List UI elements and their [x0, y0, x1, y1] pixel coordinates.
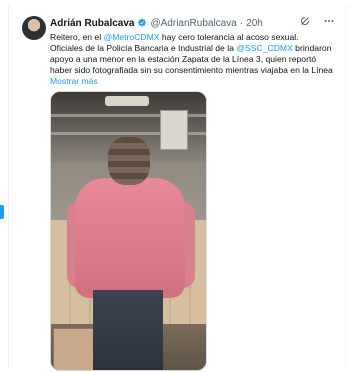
tweet-header: Adrián Rubalcava @AdrianRubalcava · 20h: [50, 14, 263, 32]
photo-lamp: [105, 96, 149, 106]
mention-link[interactable]: @MetroCDMX: [104, 32, 160, 42]
tweet-text-segment: Oficiales de la Policía Bancaria e Indus…: [50, 43, 237, 53]
author-name[interactable]: Adrián Rubalcava: [50, 18, 134, 29]
tweet-text-segment: Reitero, en el: [50, 32, 104, 42]
tweet-actions: [298, 14, 336, 28]
show-more-link[interactable]: Mostrar más: [50, 76, 336, 87]
verified-badge-icon: [138, 18, 147, 27]
photo-electrical-panel: [160, 110, 188, 150]
tweet-time[interactable]: 20h: [246, 18, 263, 29]
author-avatar[interactable]: [22, 16, 46, 40]
separator-dot: ·: [239, 17, 244, 29]
photo-person-pants: [93, 290, 163, 370]
photo-person-shirt: [75, 178, 185, 298]
photo-pixelated-face: [108, 137, 150, 185]
author-handle[interactable]: @AdrianRubalcava: [150, 18, 236, 29]
mention-link[interactable]: @SSC_CDMX: [236, 43, 292, 53]
tweet-photo[interactable]: [50, 91, 207, 371]
more-options-icon[interactable]: [322, 14, 336, 28]
scroll-indicator: [0, 205, 4, 219]
tweet-text-segment: hay cero tolerancia al acoso sexual.: [159, 32, 299, 42]
grok-icon[interactable]: [298, 14, 312, 28]
tweet-text: Reitero, en el @MetroCDMX hay cero toler…: [50, 32, 336, 87]
